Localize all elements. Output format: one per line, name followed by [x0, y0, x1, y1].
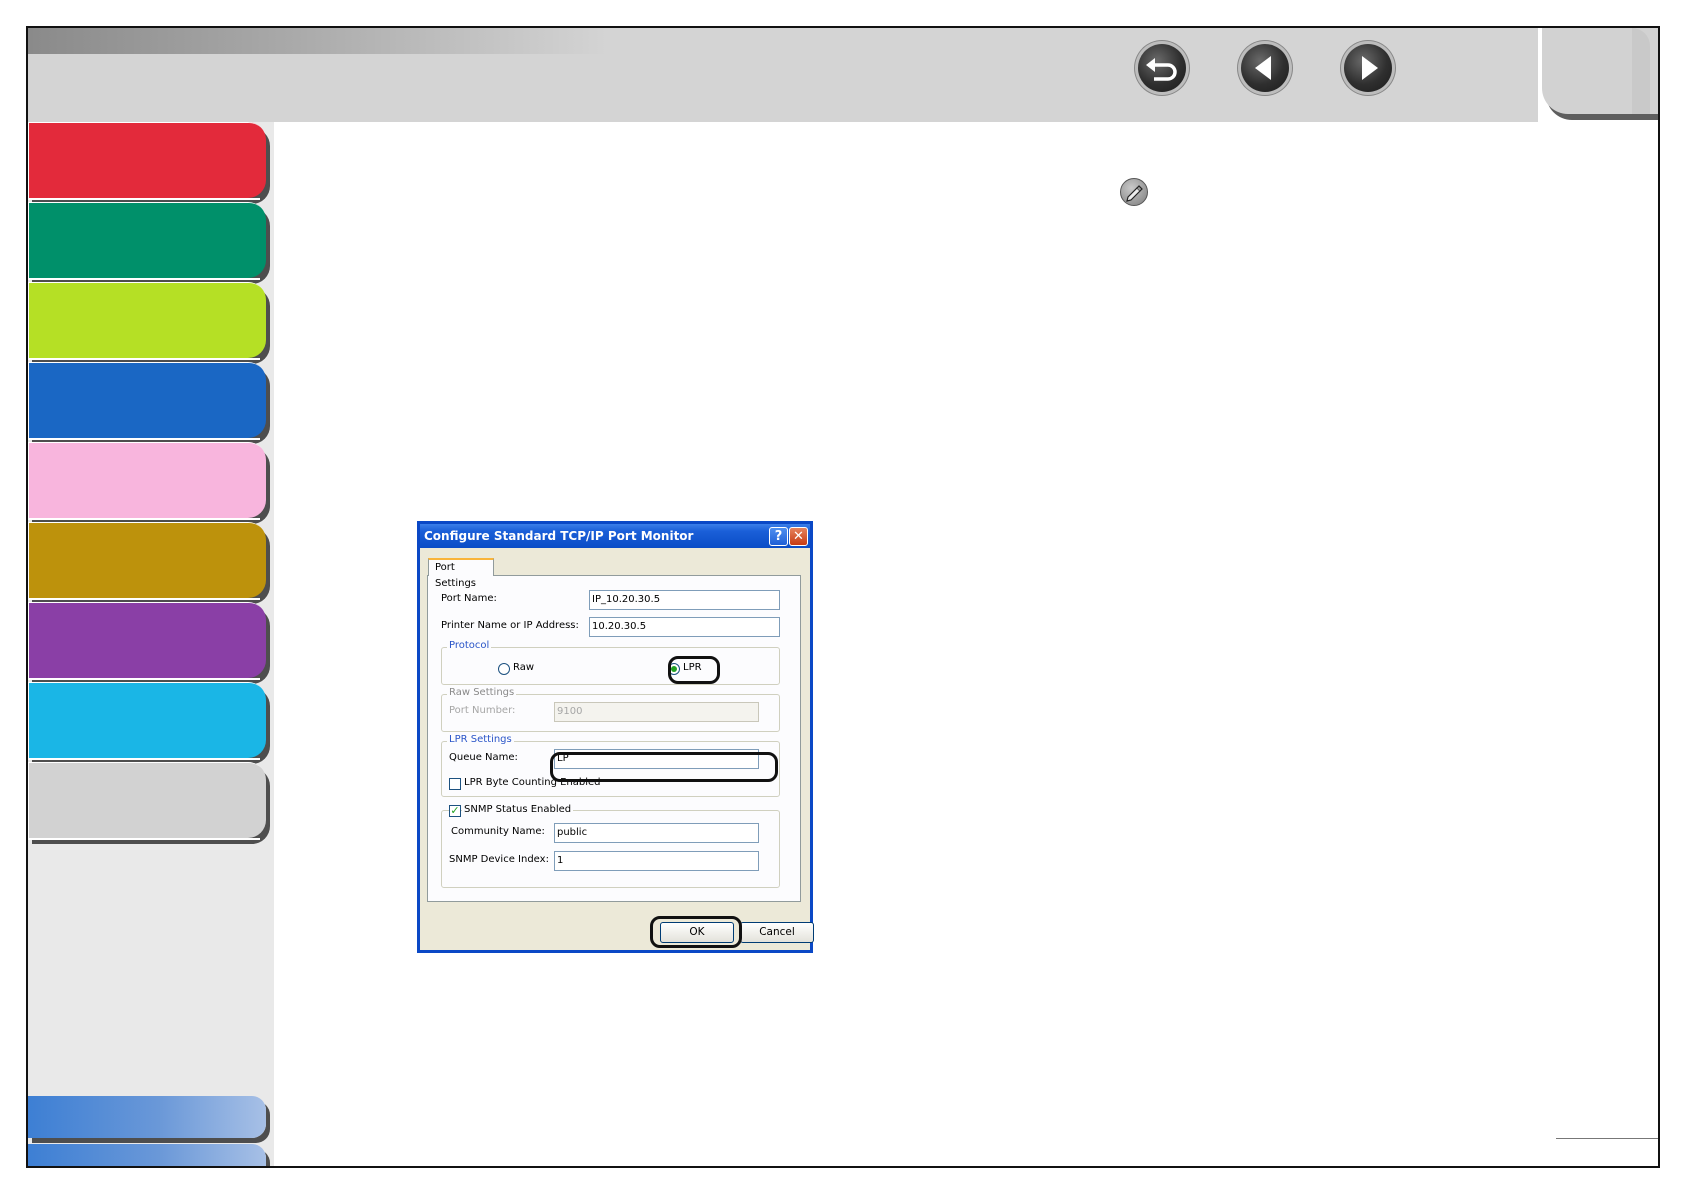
snmp-group — [441, 810, 780, 888]
protocol-group — [441, 647, 780, 685]
header-gradient — [28, 28, 608, 54]
radio-selected-dot — [671, 666, 677, 672]
sidebar — [28, 122, 274, 1166]
sidebar-tab-5[interactable] — [28, 442, 266, 520]
page-number-rule — [1556, 1138, 1658, 1139]
sidebar-tab-1[interactable] — [28, 122, 266, 200]
snmp-enabled-checkbox[interactable]: ✓ — [449, 805, 461, 817]
configure-port-dialog: Configure Standard TCP/IP Port Monitor ?… — [417, 521, 814, 953]
port-name-label: Port Name: — [441, 593, 497, 604]
device-index-label: SNMP Device Index: — [449, 854, 549, 865]
help-button[interactable]: ? — [769, 527, 788, 546]
snmp-enabled-label: SNMP Status Enabled — [462, 804, 574, 815]
dialog-title: Configure Standard TCP/IP Port Monitor — [424, 529, 694, 543]
device-index-field[interactable]: 1 — [554, 851, 759, 871]
printer-address-field[interactable]: 10.20.30.5 — [589, 617, 780, 637]
protocol-group-title: Protocol — [447, 640, 492, 651]
sidebar-tab-7[interactable] — [28, 602, 266, 680]
tab-port-settings[interactable]: Port Settings — [428, 558, 494, 589]
sidebar-tab-9[interactable] — [28, 762, 266, 840]
dialog-title-bar: Configure Standard TCP/IP Port Monitor ?… — [420, 524, 810, 548]
raw-radio-label: Raw — [513, 662, 535, 673]
sidebar-bottom-tab-2[interactable] — [28, 1144, 266, 1166]
queue-name-field[interactable]: LP — [554, 749, 759, 769]
sidebar-tab-8[interactable] — [28, 682, 266, 760]
cancel-button[interactable]: Cancel — [740, 922, 814, 943]
raw-radio[interactable] — [498, 663, 510, 675]
corner-tab[interactable] — [1542, 28, 1658, 114]
sidebar-tab-2[interactable] — [28, 202, 266, 280]
lpr-radio[interactable] — [668, 663, 680, 675]
sidebar-tab-6[interactable] — [28, 522, 266, 600]
port-settings-panel: Port Name: IP_10.20.30.5 Printer Name or… — [427, 575, 801, 902]
back-icon[interactable] — [1138, 44, 1186, 92]
community-name-field[interactable]: public — [554, 823, 759, 843]
port-number-field: 9100 — [554, 702, 759, 722]
sidebar-bottom-tab-1[interactable] — [28, 1096, 266, 1138]
raw-settings-title: Raw Settings — [447, 687, 517, 698]
queue-name-label: Queue Name: — [449, 752, 518, 763]
sidebar-tab-4[interactable] — [28, 362, 266, 440]
close-button[interactable]: ✕ — [789, 527, 808, 546]
ok-button[interactable]: OK — [660, 922, 734, 943]
sidebar-tab-3[interactable] — [28, 282, 266, 360]
port-name-field[interactable]: IP_10.20.30.5 — [589, 590, 780, 610]
header-bar — [28, 28, 1538, 122]
byte-counting-checkbox[interactable] — [449, 778, 461, 790]
printer-address-label: Printer Name or IP Address: — [441, 620, 579, 631]
byte-counting-label: LPR Byte Counting Enabled — [464, 777, 601, 788]
previous-page-icon[interactable] — [1241, 44, 1289, 92]
community-name-label: Community Name: — [451, 826, 545, 837]
port-number-label: Port Number: — [449, 705, 516, 716]
page-frame: Configure Standard TCP/IP Port Monitor ?… — [26, 26, 1660, 1168]
pencil-note-icon — [1120, 178, 1148, 206]
lpr-settings-title: LPR Settings — [447, 734, 514, 745]
lpr-radio-label: LPR — [683, 662, 702, 673]
next-page-icon[interactable] — [1344, 44, 1392, 92]
